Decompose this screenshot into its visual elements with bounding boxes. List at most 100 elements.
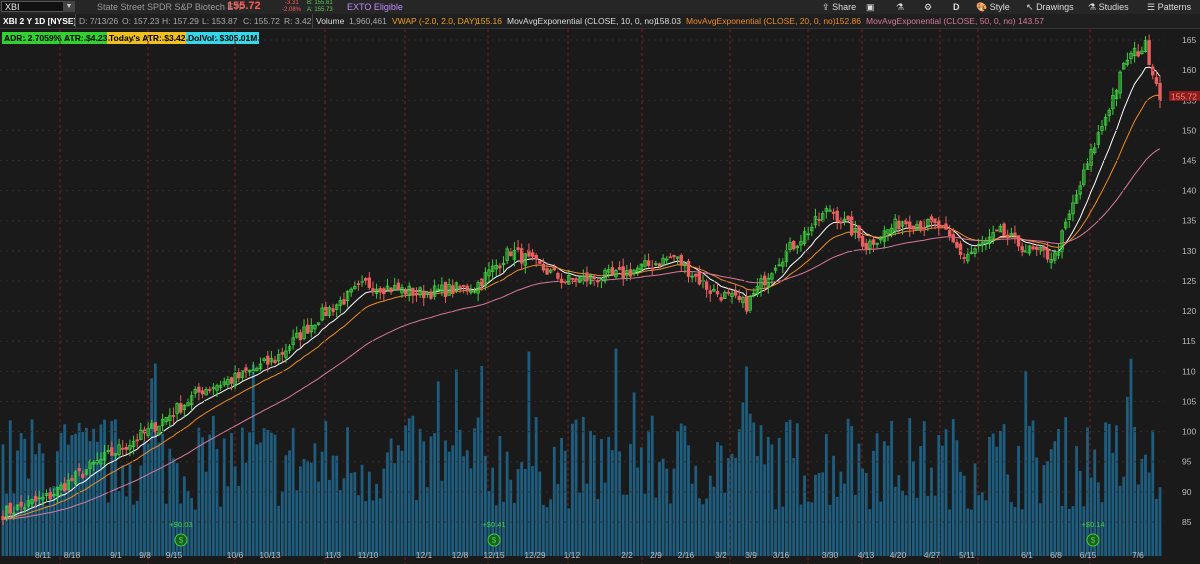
candle-body <box>835 210 839 223</box>
volume-bar <box>737 429 741 556</box>
style-label: Style <box>989 2 1010 12</box>
volume-bar <box>1115 425 1118 556</box>
volume-bar <box>567 508 571 556</box>
volume-bar <box>708 475 712 556</box>
volume-bar <box>1060 505 1064 556</box>
candle-body <box>534 254 538 260</box>
drawings-button[interactable]: ↖ Drawings <box>1026 0 1074 14</box>
y-tick-label: 135 <box>1182 216 1196 226</box>
volume-bar <box>904 495 908 556</box>
volume-bar <box>404 425 407 556</box>
dividend-label: +$0.14 <box>1081 520 1104 529</box>
volume-bar <box>875 433 879 556</box>
volume-bar <box>1064 417 1068 556</box>
share-button[interactable]: ⇪ Share <box>822 0 856 14</box>
volume-bar <box>400 450 404 556</box>
volume-bar <box>730 453 734 556</box>
symbol-description: State Street SPDR S&P Biotech ETF <box>97 2 245 12</box>
volume-bar <box>389 438 393 556</box>
y-tick-label: 95 <box>1182 457 1192 467</box>
candle-body <box>817 219 821 221</box>
candle-body <box>719 297 723 301</box>
study-legend-bar: XBI 2 Y 1D [NYSE] D: 7/13/26 O: 157.23 H… <box>0 14 1200 29</box>
volume-bar <box>132 504 135 556</box>
volume-bar <box>172 458 175 556</box>
candle-body <box>628 269 633 277</box>
volume-bar <box>596 498 600 556</box>
style-button[interactable]: 🎨 Style <box>976 0 1010 14</box>
candle-body <box>570 277 575 280</box>
bar-low: L: 153.87 <box>202 16 238 26</box>
price-chart[interactable]: 1651601551501451401351301251201151101051… <box>0 29 1200 564</box>
volume-bar <box>639 447 643 556</box>
volume-bar <box>146 443 150 556</box>
candle-body <box>850 216 854 236</box>
axis-background <box>1165 29 1200 564</box>
volume-bar <box>444 440 447 556</box>
ema50-label[interactable]: MovAvgExponential (CLOSE, 50, 0, no) <box>864 15 1018 27</box>
y-tick-label: 85 <box>1182 517 1192 527</box>
chart-title[interactable]: XBI 2 Y 1D [NYSE] <box>1 15 78 27</box>
candle-body <box>110 447 114 456</box>
volume-bar <box>697 498 701 556</box>
studies-icon: ⚗ <box>1088 2 1097 12</box>
patterns-icon: ☰ <box>1147 2 1156 12</box>
candle-body <box>498 265 502 269</box>
studies-button[interactable]: ⚗ Studies <box>1088 0 1129 14</box>
studies-label: Studies <box>1098 2 1129 12</box>
volume-bar <box>850 426 854 556</box>
x-tick-label: 12/15 <box>483 550 505 560</box>
patterns-button[interactable]: ☰ Patterns <box>1147 0 1191 14</box>
screenshot-icon[interactable]: ▣ <box>866 0 875 14</box>
volume-bar <box>618 451 621 556</box>
candle-body <box>266 355 270 365</box>
candle-body <box>940 224 945 227</box>
volume-bar <box>600 438 603 556</box>
divider <box>75 14 76 28</box>
volume-bar <box>513 502 516 556</box>
y-tick-label: 150 <box>1182 125 1196 135</box>
vwap-label[interactable]: VWAP (-2.0, 2.0, DAY) <box>390 15 479 27</box>
candle-body <box>871 239 876 245</box>
candle-body <box>1158 82 1162 101</box>
volume-bar <box>955 440 959 556</box>
exto-eligible[interactable]: EXTO Eligible <box>347 1 403 13</box>
flask-icon[interactable]: ⚗ <box>896 0 904 14</box>
volume-bar <box>966 508 970 556</box>
volume-bar <box>1006 474 1010 556</box>
volume-bar <box>527 351 531 556</box>
volume-bar <box>810 502 814 556</box>
volume-bar <box>679 423 683 556</box>
volume-bar <box>763 464 767 556</box>
y-tick-label: 105 <box>1182 396 1196 406</box>
x-tick-label: 11/10 <box>358 550 379 560</box>
volume-bar <box>803 475 806 556</box>
volume-bar <box>701 504 705 556</box>
candle-body <box>414 292 419 295</box>
ema10-label[interactable]: MovAvgExponential (CLOSE, 10, 0, no) <box>505 15 659 27</box>
gear-icon[interactable]: ⚙ <box>924 0 932 14</box>
y-tick-label: 130 <box>1182 246 1196 256</box>
share-label: Share <box>832 2 857 12</box>
ema20-label[interactable]: MovAvgExponential (CLOSE, 20, 0, no) <box>684 15 838 27</box>
dividend-symbol: $ <box>1091 536 1096 545</box>
volume-bar <box>592 435 596 556</box>
volume-bar <box>1111 452 1115 556</box>
candle-body <box>208 389 212 391</box>
x-tick-label: 12/8 <box>452 550 469 560</box>
candle-body <box>552 267 556 271</box>
x-tick-label: 12/1 <box>416 550 433 560</box>
volume-bar <box>1129 358 1133 556</box>
aggregation-button[interactable]: D <box>953 0 960 14</box>
volume-bar <box>632 392 636 556</box>
volume-bar <box>505 451 509 556</box>
volume-bar <box>259 442 262 556</box>
style-icon: 🎨 <box>976 2 988 12</box>
bar-high: H: 157.29 <box>162 16 199 26</box>
volume-bar <box>244 462 248 556</box>
volume-label[interactable]: Volume <box>314 15 346 27</box>
volume-bar <box>824 434 828 556</box>
chevron-down-icon[interactable]: ▼ <box>63 1 75 12</box>
volume-bar <box>222 438 226 556</box>
net-change: -3.31 <box>285 0 299 6</box>
